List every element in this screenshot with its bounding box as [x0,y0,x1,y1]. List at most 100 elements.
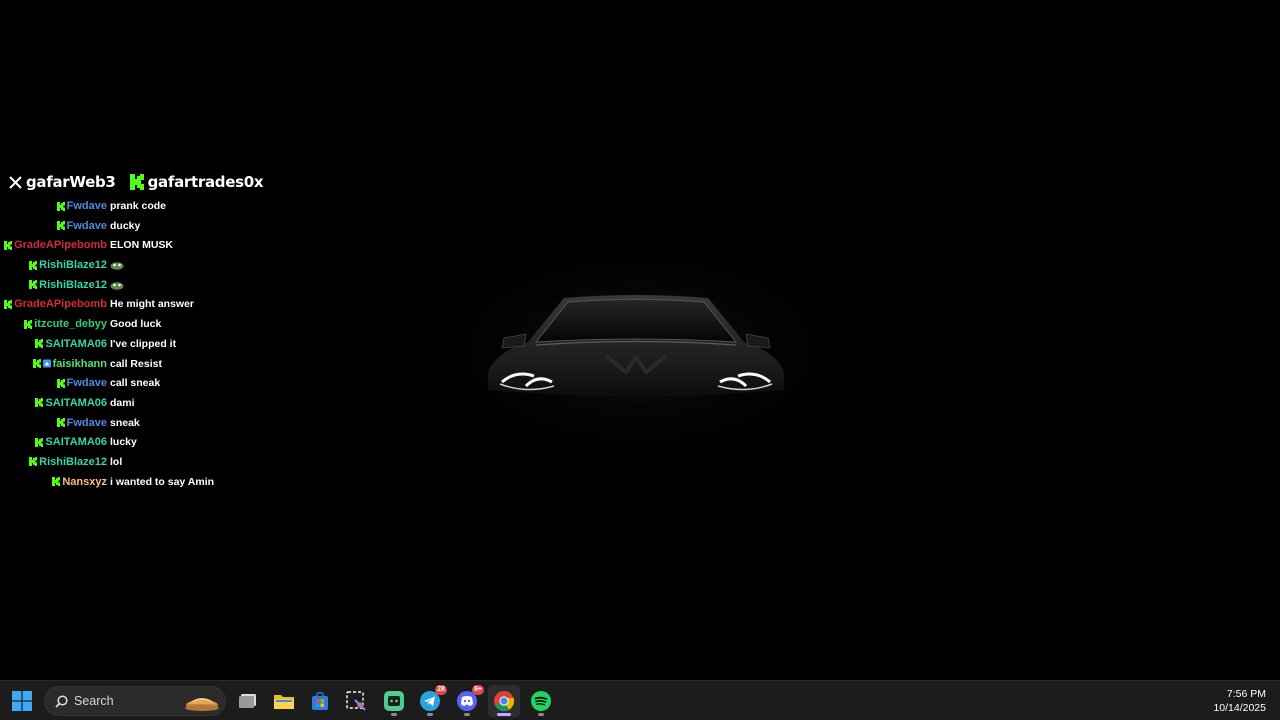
chat-message-text [110,279,124,291]
snipping-tool-icon [346,691,366,711]
clock-time: 7:56 PM [1226,688,1266,700]
chat-message-body: Good luck [110,318,162,331]
chat-message-user[interactable]: GradeAPipebomb [4,298,107,310]
spotify-button[interactable] [525,685,557,717]
chat-message-user[interactable]: RishiBlaze12 [29,456,107,468]
chat-username[interactable]: SAITAMA06 [45,436,107,448]
chat-message-body: sneak [110,416,140,429]
chat-message-text: prank code [110,200,166,212]
chat-username[interactable]: Nansxyz [62,476,107,488]
discord-badge: 9+ [472,685,484,695]
chat-message-user[interactable]: Fwdave [56,377,107,389]
chat-message: Nansxyz i wanted to say Amin [0,473,240,493]
chat-overlay-header: gafarWeb3 gafartrades0x [8,172,264,192]
search-icon [55,694,68,708]
snipping-tool-button[interactable] [340,685,372,717]
kick-badge-icon [29,260,38,270]
chat-message-user[interactable]: faisikhann [32,358,107,370]
folder-icon [274,695,294,709]
chat-username[interactable]: faisikhann [53,358,107,370]
chat-message-user[interactable]: RishiBlaze12 [29,279,107,291]
kick-handle: gafartrades0x [147,173,264,191]
chat-message-text: Good luck [110,318,161,330]
chat-message-body: dami [110,396,135,409]
chat-message: itzcute_debyy Good luck [0,315,240,335]
kick-badge-icon [29,457,38,467]
chat-username[interactable]: GradeAPipebomb [14,239,107,251]
chat-message-text: call Resist [110,358,162,370]
chat-message-user[interactable]: Fwdave [56,417,107,429]
taskbar-search-box[interactable]: Search [44,686,226,716]
system-clock[interactable]: 7:56 PM 10/14/2025 [1213,687,1266,715]
running-indicator [391,713,397,716]
chat-message-body: call sneak [110,377,161,390]
chat-message-user[interactable]: Fwdave [56,220,107,232]
chat-username[interactable]: RishiBlaze12 [39,259,107,271]
chat-message-user[interactable]: Fwdave [56,200,107,212]
chat-message-user[interactable]: SAITAMA06 [35,397,107,409]
task-view-icon [239,694,256,708]
running-indicator [538,713,544,716]
chat-username[interactable]: Fwdave [67,220,107,232]
chat-username[interactable]: itzcute_debyy [34,318,107,330]
chat-message: Fwdave prank code [0,197,240,217]
chat-message-body: lucky [110,436,137,449]
chat-message-body: I've clipped it [110,337,177,350]
chat-message-user[interactable]: SAITAMA06 [35,436,107,448]
running-indicator [464,713,470,716]
chat-message: Fwdave sneak [0,414,240,434]
start-button[interactable] [6,685,38,717]
chat-message-body: ducky [110,219,141,232]
chat-message: RishiBlaze12 [0,276,240,296]
chat-username[interactable]: RishiBlaze12 [39,279,107,291]
running-indicator [427,713,433,716]
chat-message-text: I've clipped it [110,338,176,350]
chat-message-body: lol [110,455,123,468]
kick-badge-icon [32,359,41,368]
chat-message-user[interactable]: Nansxyz [52,476,107,488]
chat-message: Fwdave ducky [0,217,240,237]
chat-username[interactable]: Fwdave [67,200,107,212]
chat-message-user[interactable]: RishiBlaze12 [29,259,107,271]
kick-badge-icon [29,280,38,290]
clock-date: 10/14/2025 [1213,702,1266,714]
chat-username[interactable]: SAITAMA06 [45,397,107,409]
chat-username[interactable]: SAITAMA06 [45,338,107,350]
chat-message-text [110,259,124,271]
chat-message: SAITAMA06 lucky [0,433,240,453]
active-indicator [497,713,511,716]
chat-message: RishiBlaze12 lol [0,453,240,473]
telegram-button[interactable]: 28 [414,685,447,717]
kick-badge-icon [56,221,65,231]
chat-message-user[interactable]: itzcute_debyy [24,318,107,330]
chrome-button[interactable] [488,685,520,717]
chat-message: SAITAMA06 dami [0,394,240,414]
chat-message: RishiBlaze12 [0,256,240,276]
search-label: Search [74,694,114,708]
chat-message-text: lol [110,456,122,468]
chat-message: GradeAPipebomb ELON MUSK [0,236,240,256]
chat-username[interactable]: Fwdave [67,377,107,389]
chat-message: SAITAMA06 I've clipped it [0,335,240,355]
chat-username[interactable]: GradeAPipebomb [14,298,107,310]
kick-badge-icon [35,437,44,447]
chat-message-body: He might answer [110,298,195,311]
kick-logo-icon [129,174,144,190]
kick-badge-icon [56,378,65,388]
file-explorer-button[interactable] [268,685,300,717]
chat-message-user[interactable]: SAITAMA06 [35,338,107,350]
bot-icon [384,691,404,711]
car-wallpaper-image [488,295,784,396]
x-handle: gafarWeb3 [26,173,116,191]
chat-username[interactable]: RishiBlaze12 [39,456,107,468]
chat-username[interactable]: Fwdave [67,417,107,429]
task-view-button[interactable] [232,685,264,717]
taskbar: Search 28 9+ 7:56 PM 10/14/2025 [0,680,1280,720]
discord-button[interactable]: 9+ [451,685,484,717]
app-green-button[interactable] [378,685,410,717]
microsoft-store-button[interactable] [304,685,336,717]
chat-message-user[interactable]: GradeAPipebomb [4,239,107,251]
chat-message-text: call sneak [110,377,160,389]
subscriber-badge-icon [42,359,51,368]
chat-message-text: dami [110,397,135,409]
